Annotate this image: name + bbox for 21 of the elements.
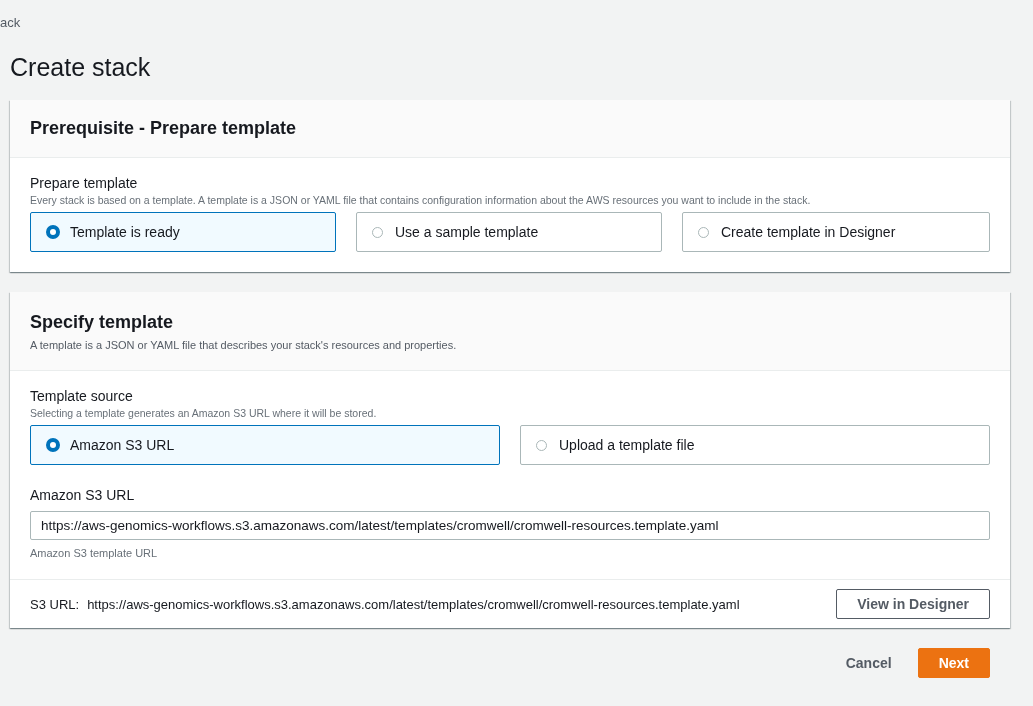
url-input-field[interactable]: https://aws-genomics-workflows.s3.amazonaws.com/latest/templates/cromwell/cromwell-resources.template.yaml [30, 511, 990, 540]
panel-title: Prerequisite - Prepare template [30, 118, 298, 139]
radio-option[interactable]: Template is ready [30, 212, 336, 252]
field-hint: Amazon S3 template URL [30, 547, 158, 559]
field-description: Every stack is based on a template. A template is a JSON or YAML file that contains configuration information about the AWS resources you want to include in the stack. [30, 194, 811, 206]
panel-description: A template is a JSON or YAML file that describes your stack's resources and properties. [30, 338, 458, 351]
s3-url-label: S3 URL: [30, 596, 80, 612]
radio-option[interactable]: Use a sample template [356, 212, 662, 252]
radio-option[interactable]: Create template in Designer [682, 212, 990, 252]
breadcrumb-link[interactable]: ack [0, 15, 21, 30]
field-label: Prepare template [30, 175, 138, 191]
cancel-button[interactable]: Cancel [845, 648, 892, 678]
field-label: Amazon S3 URL [30, 487, 135, 503]
page-title: Create stack [10, 52, 152, 82]
view-in-designer-button[interactable]: View in Designer [836, 589, 990, 619]
radio-option[interactable]: Amazon S3 URL [30, 425, 500, 465]
field-label: Template source [30, 388, 133, 404]
radio-option[interactable]: Upload a template file [520, 425, 990, 465]
s3-url-text: https://aws-genomics-workflows.s3.amazonaws.com/latest/templates/cromwell/cromwell-resources.template.yaml [87, 596, 740, 612]
panel-title: Specify template [30, 311, 175, 333]
field-description: Selecting a template generates an Amazon S3 URL where it will be stored. [30, 407, 377, 419]
